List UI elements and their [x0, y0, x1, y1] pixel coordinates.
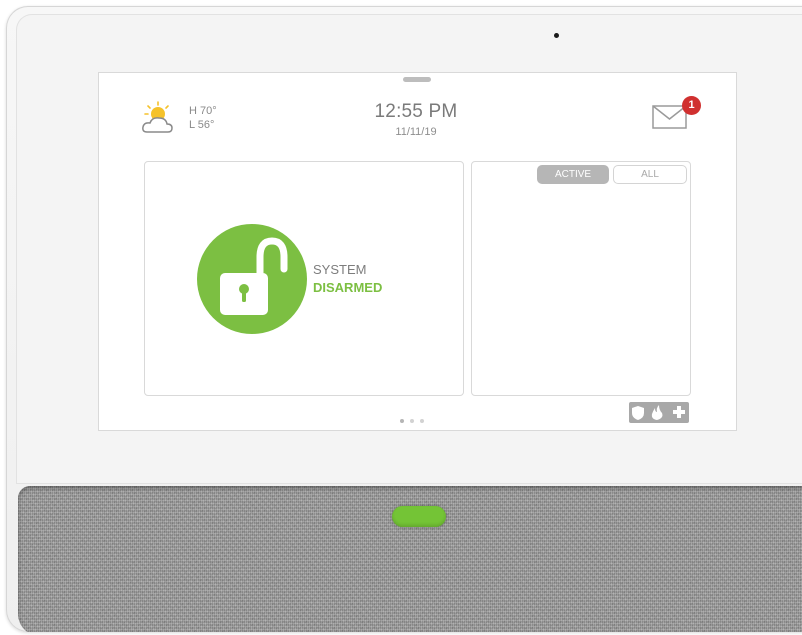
- system-label: SYSTEM: [313, 262, 367, 277]
- weather-widget[interactable]: H 70° L 56°: [141, 101, 241, 137]
- page-dot-2: [410, 419, 414, 423]
- page-dot-1: [400, 419, 404, 423]
- camera-lens: [554, 33, 559, 38]
- arm-status-panel[interactable]: SYSTEM DISARMED: [144, 161, 464, 396]
- security-panel-device: H 70° L 56° 12:55 PM 11/11/19 1 SYSTEM D…: [6, 6, 802, 632]
- page-dot-3: [420, 419, 424, 423]
- low-temperature: L 56°: [189, 119, 215, 131]
- home-button[interactable]: [392, 506, 446, 527]
- pull-down-handle[interactable]: [403, 77, 431, 82]
- unread-messages-badge: 1: [682, 96, 701, 115]
- touchscreen: H 70° L 56° 12:55 PM 11/11/19 1 SYSTEM D…: [99, 73, 736, 430]
- disarmed-label: DISARMED: [313, 280, 383, 295]
- clock-widget: 12:55 PM 11/11/19: [331, 101, 501, 138]
- tab-all[interactable]: ALL: [613, 165, 687, 184]
- high-temperature: H 70°: [189, 105, 217, 117]
- fire-icon: [651, 405, 663, 420]
- current-date: 11/11/19: [395, 126, 437, 138]
- medical-cross-icon: [673, 406, 685, 418]
- sensor-list-panel: ACTIVE ALL: [471, 161, 691, 396]
- partly-cloudy-icon: [142, 101, 173, 133]
- current-time: 12:55 PM: [374, 101, 458, 122]
- page-indicator: [400, 410, 430, 428]
- speaker-fabric-grille: [18, 486, 802, 632]
- tab-active[interactable]: ACTIVE: [537, 165, 609, 184]
- unlocked-padlock-icon[interactable]: [196, 223, 308, 335]
- shield-icon: [632, 406, 644, 420]
- emergency-button[interactable]: [629, 402, 689, 423]
